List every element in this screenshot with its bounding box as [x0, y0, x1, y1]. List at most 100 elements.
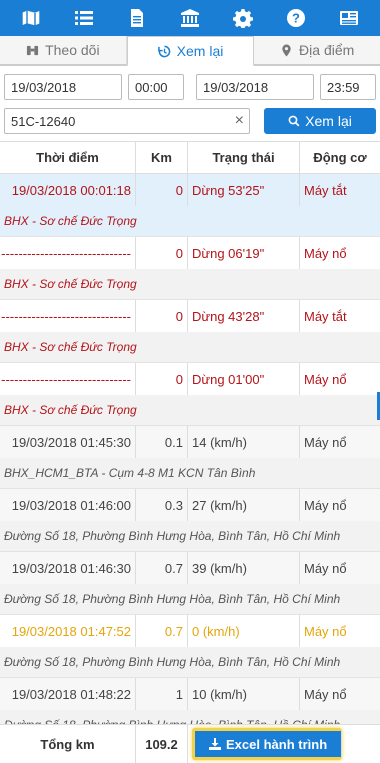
row-km: 0.1 [136, 426, 188, 458]
table-body: 19/03/2018 00:01:18 0 Dừng 53'25" Máy tắt BH… [0, 174, 380, 741]
table-row[interactable]: 19/03/2018 01:45:30 0.1 14 (km/h) Máy nổ BHX… [0, 426, 380, 489]
filter-panel: × Xem lại [0, 66, 380, 134]
binoculars-icon [27, 45, 39, 55]
plate-input[interactable] [4, 108, 250, 134]
row-values[interactable]: ------------------------------ 0 Dừng 43'2… [0, 300, 380, 332]
clear-icon[interactable]: × [235, 112, 244, 130]
plate-field: × [4, 108, 250, 134]
list-button[interactable] [64, 0, 104, 36]
table-row[interactable]: 19/03/2018 00:01:18 0 Dừng 53'25" Máy tắt BH… [0, 174, 380, 237]
tab-replay[interactable]: Xem lại [126, 36, 255, 66]
tab-locations[interactable]: Địa điểm [254, 36, 380, 65]
row-address: Đường Số 18, Phường Bình Hưng Hòa, Bình … [0, 584, 380, 614]
row-address: BHX_HCM1_BTA - Cụm 4-8 M1 KCN Tân Bình [0, 458, 380, 488]
map-marker-icon [282, 43, 291, 57]
export-cell: Excel hành trình [188, 725, 380, 763]
table-row[interactable]: ------------------------------ 0 Dừng 06'1… [0, 237, 380, 300]
from-time-input[interactable] [128, 74, 184, 100]
download-icon [209, 738, 221, 750]
row-time: 19/03/2018 01:45:30 [0, 426, 136, 458]
row-engine: Máy nổ [304, 623, 347, 639]
header-time[interactable]: Thời điểm [0, 142, 136, 173]
table-footer: Tổng km 109.2 Excel hành trình [0, 724, 380, 763]
row-engine: Máy tắt [304, 182, 347, 198]
row-status: 39 (km/h) [188, 552, 300, 584]
svg-text:?: ? [292, 11, 300, 26]
question-icon: ? [287, 9, 306, 27]
row-km: 0 [136, 300, 188, 332]
from-date-input[interactable] [4, 74, 122, 100]
row-status: 10 (km/h) [188, 678, 300, 710]
row-km: 0 [136, 237, 188, 269]
document-icon [130, 9, 143, 27]
row-values[interactable]: ------------------------------ 0 Dừng 01'0… [0, 363, 380, 395]
search-icon [288, 115, 300, 127]
row-km: 0 [136, 174, 188, 206]
row-status: Dừng 01'00" [188, 363, 300, 395]
excel-export-button[interactable]: Excel hành trình [192, 728, 343, 760]
total-km-label: Tổng km [0, 725, 136, 763]
bank-button[interactable] [170, 0, 210, 36]
row-time: 19/03/2018 01:48:22 [0, 678, 136, 710]
map-icon [20, 8, 41, 28]
tab-replay-label: Xem lại [176, 43, 224, 59]
row-values[interactable]: 19/03/2018 01:45:30 0.1 14 (km/h) Máy nổ [0, 426, 380, 458]
row-engine: Máy nổ [304, 371, 347, 387]
row-km: 1 [136, 678, 188, 710]
table-row[interactable]: ------------------------------ 0 Dừng 01'0… [0, 363, 380, 426]
list-icon [74, 11, 93, 25]
date-range-row [4, 74, 376, 100]
total-km-value: 109.2 [136, 725, 188, 763]
row-km: 0.7 [136, 552, 188, 584]
to-time-input[interactable] [320, 74, 376, 100]
row-time: ------------------------------ [0, 300, 136, 332]
vehicle-row: × Xem lại [4, 108, 376, 134]
row-address: Đường Số 18, Phường Bình Hưng Hòa, Bình … [0, 521, 380, 551]
row-values[interactable]: ------------------------------ 0 Dừng 06'1… [0, 237, 380, 269]
table-row[interactable]: ------------------------------ 0 Dừng 43'2… [0, 300, 380, 363]
row-engine: Máy nổ [304, 497, 347, 513]
settings-button[interactable] [223, 0, 263, 36]
row-time: 19/03/2018 01:46:30 [0, 552, 136, 584]
row-status: 27 (km/h) [188, 489, 300, 521]
row-km: 0.3 [136, 489, 188, 521]
row-time: ------------------------------ [0, 363, 136, 395]
row-time: 19/03/2018 01:46:00 [0, 489, 136, 521]
row-time: 19/03/2018 00:01:18 [0, 174, 136, 206]
row-values[interactable]: 19/03/2018 00:01:18 0 Dừng 53'25" Máy tắt [0, 174, 380, 206]
replay-button-label: Xem lại [305, 113, 352, 129]
row-address: BHX - Sơ chế Đức Trọng [0, 269, 380, 299]
tab-tracking[interactable]: Theo dõi [0, 36, 127, 65]
row-engine: Máy nổ [304, 560, 347, 576]
table-row[interactable]: 19/03/2018 01:47:52 0.7 0 (km/h) Máy nổ Đườn… [0, 615, 380, 678]
header-status[interactable]: Trạng thái [188, 142, 300, 173]
history-icon [157, 45, 170, 57]
row-values[interactable]: 19/03/2018 01:46:00 0.3 27 (km/h) Máy nổ [0, 489, 380, 521]
row-status: Dừng 43'28" [188, 300, 300, 332]
replay-button[interactable]: Xem lại [264, 108, 376, 134]
bank-icon [180, 9, 199, 27]
header-engine[interactable]: Động cơ [300, 142, 380, 173]
row-km: 0 [136, 363, 188, 395]
to-date-input[interactable] [196, 74, 314, 100]
table-row[interactable]: 19/03/2018 01:46:00 0.3 27 (km/h) Máy nổ Đườ… [0, 489, 380, 552]
header-km[interactable]: Km [136, 142, 188, 173]
row-km: 0.7 [136, 615, 188, 647]
row-values[interactable]: 19/03/2018 01:47:52 0.7 0 (km/h) Máy nổ [0, 615, 380, 647]
excel-export-label: Excel hành trình [226, 736, 328, 752]
report-button[interactable] [117, 0, 157, 36]
row-time: 19/03/2018 01:47:52 [0, 615, 136, 647]
tab-locations-label: Địa điểm [299, 42, 355, 58]
table-row[interactable]: 19/03/2018 01:46:30 0.7 39 (km/h) Máy nổ Đườ… [0, 552, 380, 615]
row-time: ------------------------------ [0, 237, 136, 269]
row-values[interactable]: 19/03/2018 01:48:22 1 10 (km/h) Máy nổ [0, 678, 380, 710]
map-button[interactable] [11, 0, 51, 36]
row-engine: Máy tắt [304, 308, 347, 324]
tab-bar: Theo dõi Xem lại Địa điểm [0, 36, 380, 66]
row-status: 14 (km/h) [188, 426, 300, 458]
news-button[interactable] [329, 0, 369, 36]
newspaper-icon [340, 11, 359, 25]
row-values[interactable]: 19/03/2018 01:46:30 0.7 39 (km/h) Máy nổ [0, 552, 380, 584]
help-button[interactable]: ? [276, 0, 316, 36]
journey-table: Thời điểm Km Trạng thái Động cơ 19/03/20… [0, 141, 380, 741]
